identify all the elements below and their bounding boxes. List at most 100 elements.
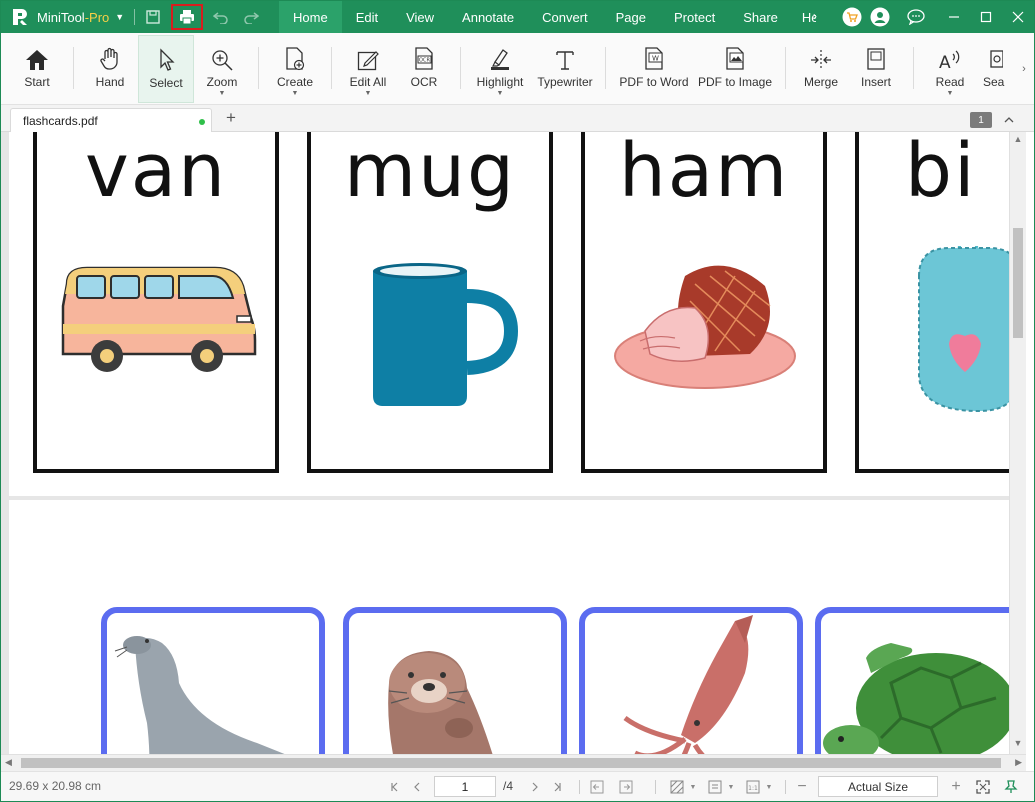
next-page-icon[interactable] — [527, 779, 543, 795]
app-name-text: MiniTool — [37, 9, 85, 25]
next-view-icon[interactable] — [618, 779, 634, 795]
collapse-ribbon-icon[interactable] — [1002, 112, 1016, 128]
insert-button[interactable]: Insert — [853, 35, 899, 103]
zoom-out-icon[interactable]: − — [794, 778, 810, 795]
layout-caret-icon[interactable]: ▼ — [723, 779, 739, 795]
flashcard-word-mug: mug — [344, 132, 516, 214]
start-button[interactable]: Start — [11, 35, 63, 103]
ribbon-scroll-right-icon[interactable]: › — [1018, 37, 1030, 101]
scroll-down-arrow-icon[interactable]: ▼ — [1010, 738, 1026, 752]
search-label: Sea — [983, 75, 1005, 89]
highlight-label: Highlight — [476, 75, 524, 89]
search-button[interactable]: Sea — [983, 35, 1013, 103]
user-account-icon[interactable] — [866, 1, 894, 33]
otter-illustration-icon — [388, 651, 493, 754]
bib-illustration-icon — [859, 217, 1009, 446]
highlight-icon — [489, 39, 511, 71]
current-page-input[interactable] — [434, 776, 496, 797]
first-page-icon[interactable] — [387, 779, 403, 795]
document-viewport[interactable]: van mug ham bi — [1, 132, 1009, 754]
background-caret-icon[interactable]: ▼ — [685, 779, 701, 795]
pin-icon[interactable] — [1003, 779, 1019, 795]
minimize-icon[interactable] — [938, 1, 970, 33]
feedback-icon[interactable] — [894, 1, 938, 33]
menu-convert[interactable]: Convert — [528, 1, 602, 33]
highlight-caret-icon[interactable]: ▼ — [497, 90, 504, 97]
menu-page[interactable]: Page — [602, 1, 660, 33]
cursor-icon — [157, 40, 175, 72]
ratio-caret-icon[interactable]: ▼ — [761, 779, 777, 795]
menu-share[interactable]: Share — [729, 1, 792, 33]
menu-view[interactable]: View — [392, 1, 448, 33]
total-pages-label: /4 — [503, 779, 514, 793]
highlight-button[interactable]: Highlight ▼ — [469, 35, 531, 103]
redo-icon[interactable] — [239, 5, 263, 29]
menu-annotate[interactable]: Annotate — [448, 1, 528, 33]
ribbon-separator — [460, 47, 461, 89]
scroll-right-arrow-icon[interactable]: ▶ — [1015, 757, 1022, 768]
horizontal-scrollbar[interactable]: ◀ ▶ — [1, 754, 1026, 771]
start-label: Start — [24, 75, 50, 89]
create-caret-icon[interactable]: ▼ — [292, 90, 299, 97]
ribbon-separator — [785, 47, 786, 89]
svg-text:A: A — [939, 53, 951, 71]
create-button[interactable]: Create ▼ — [269, 35, 321, 103]
ocr-button[interactable]: OCR OCR — [401, 35, 447, 103]
fit-page-icon[interactable] — [975, 779, 991, 795]
ribbon-separator — [73, 47, 74, 89]
select-tool-button[interactable]: Select — [138, 35, 194, 103]
actual-size-ratio-icon[interactable]: 1:1 — [745, 779, 761, 795]
save-icon[interactable] — [141, 5, 165, 29]
scroll-left-arrow-icon[interactable]: ◀ — [5, 757, 12, 768]
titlebar-separator — [134, 9, 136, 25]
zoom-button[interactable]: Zoom ▼ — [197, 35, 247, 103]
add-tab-icon[interactable]: + — [221, 108, 241, 128]
edit-all-label: Edit All — [349, 75, 387, 89]
home-icon — [25, 39, 49, 71]
last-page-icon[interactable] — [549, 779, 565, 795]
zoom-caret-icon[interactable]: ▼ — [219, 90, 226, 97]
search-icon — [983, 39, 1003, 71]
vertical-scrollbar[interactable]: ▲ ▼ — [1009, 132, 1026, 754]
hand-icon — [99, 39, 121, 71]
app-menu-caret-icon[interactable]: ▼ — [115, 12, 124, 22]
background-pattern-icon[interactable] — [669, 779, 685, 795]
zoom-in-icon[interactable]: + — [948, 778, 964, 795]
print-icon[interactable] — [171, 4, 204, 30]
typewriter-button[interactable]: Typewriter — [534, 35, 596, 103]
merge-button[interactable]: Merge — [797, 35, 845, 103]
edit-all-caret-icon[interactable]: ▼ — [365, 90, 372, 97]
sea-lion-illustration-icon — [114, 636, 285, 754]
flashcard-word-ham: ham — [618, 132, 790, 214]
cart-icon[interactable] — [838, 1, 866, 33]
menu-edit[interactable]: Edit — [342, 1, 392, 33]
previous-view-icon[interactable] — [589, 779, 605, 795]
horizontal-scroll-thumb[interactable] — [21, 758, 1001, 768]
menu-protect[interactable]: Protect — [660, 1, 729, 33]
menu-home[interactable]: Home — [279, 1, 342, 33]
page-layout-icon[interactable] — [707, 779, 723, 795]
pdf-to-word-button[interactable]: W PDF to Word — [615, 35, 693, 103]
read-label: Read — [935, 75, 965, 89]
merge-icon — [809, 39, 833, 71]
read-button[interactable]: A Read ▼ — [927, 35, 973, 103]
zoom-level-select[interactable]: Actual Size — [818, 776, 938, 797]
document-tab[interactable]: flashcards.pdf — [10, 108, 212, 132]
ocr-icon: OCR — [413, 39, 435, 71]
edit-all-button[interactable]: Edit All ▼ — [341, 35, 395, 103]
close-icon[interactable] — [1002, 1, 1034, 33]
pdf-to-image-button[interactable]: PDF to Image — [695, 35, 775, 103]
flashcard-word-bib: bi — [905, 132, 977, 214]
turtle-illustration-icon — [823, 643, 1009, 754]
hand-tool-button[interactable]: Hand — [83, 35, 137, 103]
scroll-up-arrow-icon[interactable]: ▲ — [1010, 134, 1026, 148]
previous-page-icon[interactable] — [409, 779, 425, 795]
read-aloud-icon: A — [938, 39, 962, 71]
undo-icon[interactable] — [209, 5, 233, 29]
menu-scroll-right-icon[interactable]: › — [813, 9, 827, 25]
maximize-icon[interactable] — [970, 1, 1002, 33]
vertical-scroll-thumb[interactable] — [1013, 228, 1023, 338]
read-caret-icon[interactable]: ▼ — [947, 90, 954, 97]
app-logo-icon — [9, 6, 31, 28]
titlebar-right — [838, 1, 1034, 33]
